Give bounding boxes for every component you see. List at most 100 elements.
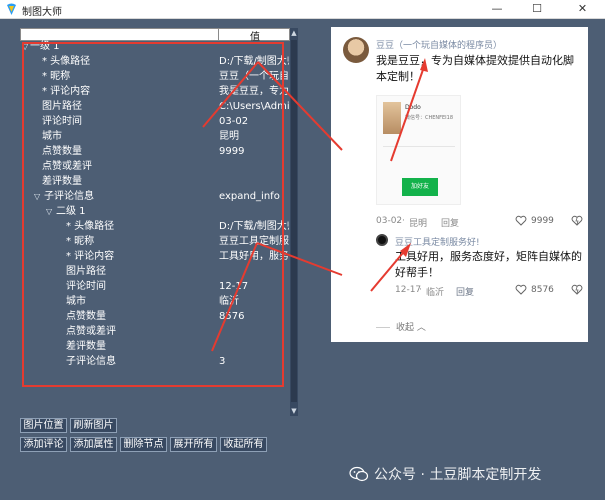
sub-meta-separator: · xyxy=(419,285,422,295)
expand-all-button[interactable]: 展开所有 xyxy=(170,437,217,452)
tree-row[interactable]: 差评数量 xyxy=(20,174,290,189)
tree-row[interactable]: 子评论信息 3 xyxy=(20,354,290,369)
heart-icon[interactable] xyxy=(515,215,527,226)
tree-row[interactable]: * 头像路径 D:/下载/制图大师 xyxy=(20,219,290,234)
tree-row-label: 点赞或差评 xyxy=(66,326,116,337)
window-title: 制图大师 xyxy=(22,7,62,18)
tree-row[interactable]: * 评论内容 我是豆豆，专为 xyxy=(20,84,290,99)
heart-icon[interactable] xyxy=(515,284,527,295)
tree-row[interactable]: 城市 昆明 xyxy=(20,129,290,144)
tree-row[interactable]: 点赞数量 8576 xyxy=(20,309,290,324)
comment-content: 我是豆豆，专为自媒体提效提供自动化脚本定制！ xyxy=(376,54,574,83)
app-logo-icon xyxy=(7,3,16,15)
tree-row-value[interactable]: 9999 xyxy=(219,144,289,159)
tree-row[interactable]: 点赞或差评 xyxy=(20,324,290,339)
tree-row-label: 城市 xyxy=(66,296,86,307)
tree-row-value[interactable]: expand_info xyxy=(219,189,289,204)
thumb-add-friend-button: 加好友 xyxy=(402,178,438,196)
sub-comment-username: 豆豆工具定制服务好! xyxy=(395,238,480,248)
tree-row-value[interactable]: 工具好用，服务 xyxy=(219,249,289,264)
close-button[interactable]: ✕ xyxy=(560,0,605,19)
scrollbar-thumb[interactable] xyxy=(291,40,297,402)
sub-avatar xyxy=(376,234,388,246)
tree-row-label: 评论时间 xyxy=(42,116,82,127)
scroll-up-arrow-icon[interactable]: ▲ xyxy=(290,28,298,38)
tree-row-value[interactable]: 昆明 xyxy=(219,129,289,144)
tree-row[interactable]: 图片路径 xyxy=(20,264,290,279)
expand-toggle-icon[interactable]: ▽ xyxy=(46,204,52,219)
tree-row-label: 图片路径 xyxy=(42,101,82,112)
image-position-button[interactable]: 图片位置 xyxy=(20,418,67,433)
like-count: 9999 xyxy=(531,216,554,226)
vertical-scrollbar[interactable]: ▲ ▼ xyxy=(290,28,298,416)
tree-row-value[interactable]: 8576 xyxy=(219,309,289,324)
tree-row-value[interactable]: 临沂 xyxy=(219,294,289,309)
tree-row[interactable]: ▽ 一级 1 xyxy=(20,39,290,54)
tree-row-label: * 头像路径 xyxy=(66,221,115,232)
scroll-down-arrow-icon[interactable]: ▼ xyxy=(290,406,298,416)
tree-row-label: 点赞数量 xyxy=(66,311,106,322)
tree-row-value[interactable]: C:\Users\Admini xyxy=(219,99,289,114)
tree-row[interactable]: * 昵称 豆豆工具定制服 xyxy=(20,234,290,249)
tree-row[interactable]: 图片路径 C:\Users\Admini xyxy=(20,99,290,114)
tree-row-label: 一级 1 xyxy=(30,41,60,52)
expand-toggle-icon[interactable]: ▽ xyxy=(22,39,28,54)
collapse-link[interactable]: 收起 ︿ xyxy=(376,320,426,333)
tree-row[interactable]: * 评论内容 工具好用，服务 xyxy=(20,249,290,264)
tree-row[interactable]: 点赞或差评 xyxy=(20,159,290,174)
tree-row-label: 差评数量 xyxy=(42,176,82,187)
chevron-up-icon: ︿ xyxy=(416,323,426,333)
tree-row-value[interactable]: 豆豆工具定制服 xyxy=(219,234,289,249)
sub-comment-city: 临沂 xyxy=(426,288,445,298)
tree-row[interactable]: * 头像路径 D:/下载/制图大师 xyxy=(20,54,290,69)
tree-row-value[interactable]: 豆豆（一个玩自 xyxy=(219,69,289,84)
tree-body: ▽一级 1* 头像路径D:/下载/制图大师* 昵称豆豆（一个玩自* 评论内容我是… xyxy=(20,41,290,416)
title-bar: 制图大师 — ☐ ✕ xyxy=(0,0,605,19)
tree-row-value[interactable]: 我是豆豆，专为 xyxy=(219,84,289,99)
tree-row[interactable]: * 昵称 豆豆（一个玩自 xyxy=(20,69,290,84)
dislike-icon[interactable] xyxy=(571,284,583,295)
comment-username: 豆豆（一个玩自媒体的程序员） xyxy=(376,41,503,51)
add-attribute-button[interactable]: 添加属性 xyxy=(70,437,117,452)
expand-toggle-icon[interactable]: ▽ xyxy=(34,189,40,204)
tree-row-value[interactable]: D:/下载/制图大师 xyxy=(219,54,289,69)
dislike-icon[interactable] xyxy=(571,215,583,226)
minimize-button[interactable]: — xyxy=(480,0,514,19)
tree-row-label: 二级 1 xyxy=(56,206,86,217)
tree-row[interactable]: 点赞数量 9999 xyxy=(20,144,290,159)
tree-row-label: 点赞数量 xyxy=(42,146,82,157)
tree-row-value[interactable]: D:/下载/制图大师 xyxy=(219,219,289,234)
tree-row-label: * 头像路径 xyxy=(42,56,91,67)
sub-reply-link[interactable]: 回复 xyxy=(456,285,474,298)
tree-row-label: 城市 xyxy=(42,131,62,142)
tree-row-value[interactable]: 3 xyxy=(219,354,289,369)
tree-row-value[interactable]: 12-17 xyxy=(219,279,289,294)
tree-row[interactable]: ▽ 二级 1 xyxy=(20,204,290,219)
tree-row[interactable]: 评论时间 03-02 xyxy=(20,114,290,129)
add-comment-button[interactable]: 添加评论 xyxy=(20,437,67,452)
maximize-button[interactable]: ☐ xyxy=(520,0,554,19)
tree-row[interactable]: ▽ 子评论信息 expand_info xyxy=(20,189,290,204)
avatar xyxy=(343,37,369,63)
tree-row-label: 差评数量 xyxy=(66,341,106,352)
tree-row-label: 评论时间 xyxy=(66,281,106,292)
tree-row-label: * 评论内容 xyxy=(66,251,115,262)
refresh-image-button[interactable]: 刷新图片 xyxy=(70,418,117,433)
reply-link[interactable]: 回复 xyxy=(441,216,459,229)
thumb-divider xyxy=(383,146,455,147)
tree-row-label: * 昵称 xyxy=(42,71,71,82)
tree-row[interactable]: 差评数量 xyxy=(20,339,290,354)
tree-row-label: 子评论信息 xyxy=(44,191,94,202)
comment-image: Dodo 微信号：CHENFEI18 加好友 xyxy=(376,95,461,205)
tree-row-label: 图片路径 xyxy=(66,266,106,277)
tree-row-value[interactable]: 03-02 xyxy=(219,114,289,129)
sub-comment-date: 12-17 xyxy=(395,285,422,295)
comment-preview-card: 豆豆（一个玩自媒体的程序员） 我是豆豆，专为自媒体提效提供自动化脚本定制！ Do… xyxy=(331,27,588,342)
collapse-all-button[interactable]: 收起所有 xyxy=(220,437,267,452)
tree-row[interactable]: 评论时间 12-17 xyxy=(20,279,290,294)
delete-node-button[interactable]: 删除节点 xyxy=(120,437,167,452)
comment-city: 昆明 xyxy=(409,219,428,229)
tree-row-label: * 评论内容 xyxy=(42,86,91,97)
tree-row[interactable]: 城市 临沂 xyxy=(20,294,290,309)
property-tree[interactable]: 值 ▽一级 1* 头像路径D:/下载/制图大师* 昵称豆豆（一个玩自* 评论内容… xyxy=(20,28,298,416)
